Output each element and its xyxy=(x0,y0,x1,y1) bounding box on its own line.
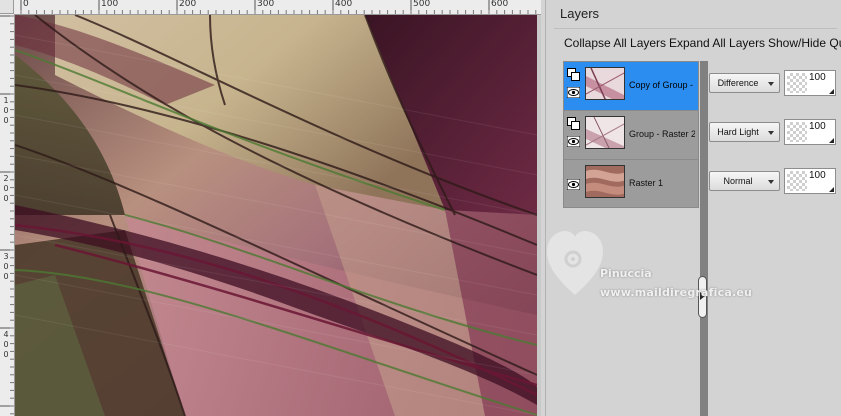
ruler-label-0: 0 xyxy=(23,0,29,9)
canvas-scroll-gutter xyxy=(537,15,541,416)
opacity-slider-corner-icon[interactable] xyxy=(829,89,834,94)
layer-row-group-raster-2[interactable]: Group - Raster 2 xyxy=(564,111,698,160)
panel-title: Layers xyxy=(560,6,600,21)
ruler-label-v100: 1 0 0 xyxy=(3,96,9,125)
visibility-eye-icon[interactable] xyxy=(567,136,580,147)
opacity-field[interactable]: 100 xyxy=(784,168,836,194)
layer-row-copy-of-group[interactable]: Copy of Group - R xyxy=(564,62,698,111)
layer-props-row: Normal 100 xyxy=(708,159,841,208)
opacity-value: 100 xyxy=(809,170,826,181)
transparency-checker-icon xyxy=(787,122,807,142)
dropdown-arrow-icon xyxy=(768,131,774,135)
blend-mode-dropdown[interactable]: Normal xyxy=(709,171,780,191)
horizontal-ruler: 0 100 200 300 400 500 600 xyxy=(14,0,541,15)
visibility-eye-icon[interactable] xyxy=(567,179,580,190)
opacity-value: 100 xyxy=(809,72,826,83)
layer-row-icons xyxy=(567,174,581,190)
opacity-field[interactable]: 100 xyxy=(784,119,836,145)
vertical-ruler: 1 0 0 2 0 0 3 0 0 4 0 0 xyxy=(0,14,15,416)
opacity-slider-corner-icon[interactable] xyxy=(829,138,834,143)
canvas-area[interactable]: 0 100 200 300 400 500 600 1 0 0 2 0 0 3 … xyxy=(0,0,541,416)
layer-thumbnail xyxy=(585,165,625,198)
layer-name: Group - Raster 2 xyxy=(629,129,695,139)
ruler-label-500: 500 xyxy=(413,0,431,9)
layer-row-icons xyxy=(567,117,581,147)
transparency-checker-icon xyxy=(787,73,807,93)
splitter-arrow-icon xyxy=(700,292,705,300)
collapse-all-layers-button[interactable]: Collapse All Layers xyxy=(564,36,666,50)
ruler-label-v300: 3 0 0 xyxy=(3,252,9,281)
blend-mode-dropdown[interactable]: Hard Light xyxy=(709,122,780,142)
ruler-label-v200: 2 0 0 xyxy=(3,174,9,203)
group-link-icon[interactable] xyxy=(567,117,580,130)
dropdown-arrow-icon xyxy=(768,180,774,184)
splitter-handle[interactable] xyxy=(698,276,707,318)
ruler-corner xyxy=(0,0,14,14)
ruler-label-400: 400 xyxy=(335,0,353,9)
blend-mode-value: Difference xyxy=(717,78,759,88)
document-image[interactable] xyxy=(15,15,537,416)
visibility-eye-icon[interactable] xyxy=(567,87,580,98)
layer-name: Raster 1 xyxy=(629,178,664,188)
layer-list-splitter[interactable] xyxy=(700,61,708,416)
opacity-field[interactable]: 100 xyxy=(784,70,836,96)
group-link-icon[interactable] xyxy=(567,68,580,81)
blend-mode-value: Hard Light xyxy=(717,127,759,137)
blend-mode-value: Normal xyxy=(723,176,753,186)
layer-props-row: Hard Light 100 xyxy=(708,110,841,159)
layers-toolbar: Collapse All Layers Expand All Layers Sh… xyxy=(546,34,841,54)
ruler-label-200: 200 xyxy=(179,0,197,9)
abstract-artwork xyxy=(15,15,537,416)
layer-row-icons xyxy=(567,68,581,98)
layer-thumbnail xyxy=(585,116,625,149)
layer-row-raster-1[interactable]: Raster 1 xyxy=(564,160,698,209)
opacity-slider-corner-icon[interactable] xyxy=(829,187,834,192)
layer-props-row: Difference 100 xyxy=(708,61,841,110)
ruler-label-v400: 4 0 0 xyxy=(3,330,9,359)
dropdown-arrow-icon xyxy=(768,82,774,86)
transparency-checker-icon xyxy=(787,171,807,191)
show-hide-quick-button[interactable]: Show/Hide Qu xyxy=(768,36,841,50)
horizontal-ruler-ticks xyxy=(20,0,537,14)
ruler-label-300: 300 xyxy=(257,0,275,9)
expand-all-layers-button[interactable]: Expand All Layers xyxy=(669,36,765,50)
layer-list: Copy of Group - R Group - Raster 2 Raste… xyxy=(563,61,699,208)
ruler-label-600: 600 xyxy=(491,0,509,9)
opacity-value: 100 xyxy=(809,121,826,132)
layer-thumbnail xyxy=(585,67,625,100)
ruler-label-100: 100 xyxy=(101,0,119,9)
layers-panel: Layers Collapse All Layers Expand All La… xyxy=(545,0,841,416)
blend-mode-dropdown[interactable]: Difference xyxy=(709,73,780,93)
layer-name: Copy of Group - R xyxy=(629,80,695,90)
panel-divider xyxy=(554,28,837,29)
